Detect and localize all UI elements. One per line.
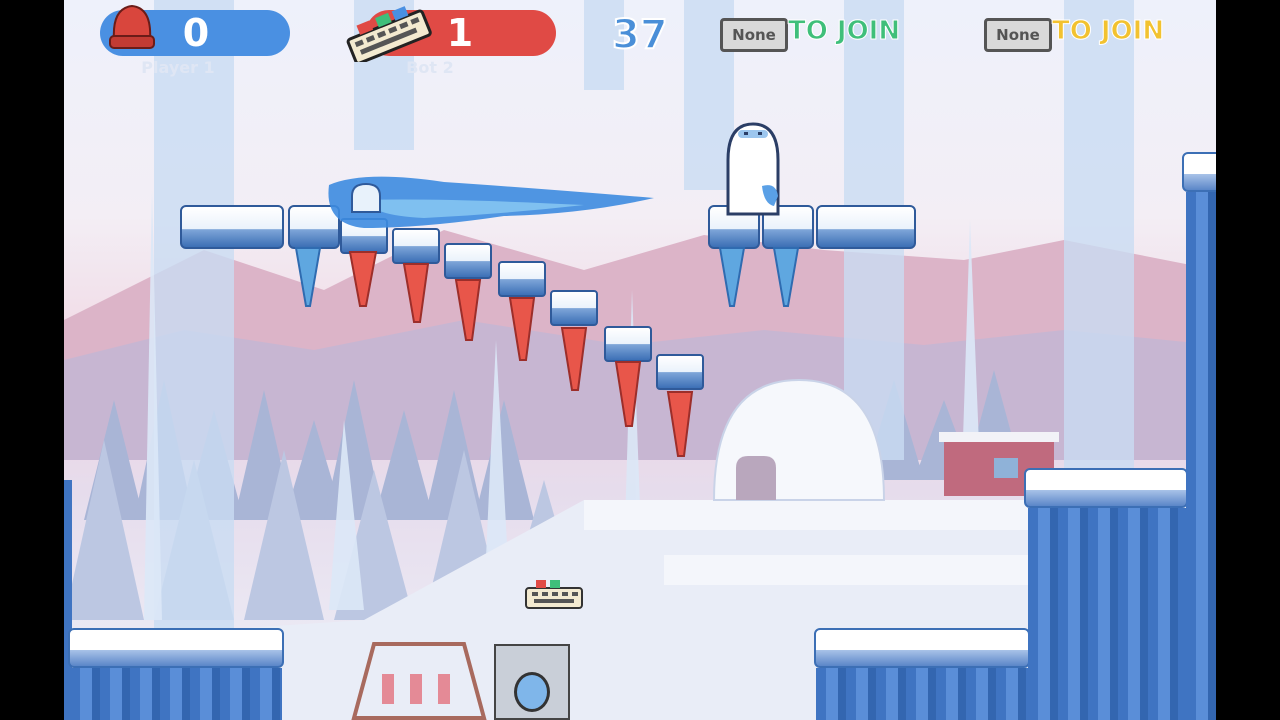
right-ice-wall <box>1186 192 1216 720</box>
ice-wall <box>816 668 1028 720</box>
red-beanie-icon <box>109 4 155 49</box>
snow-platform <box>814 628 1030 668</box>
swing-set <box>351 642 487 720</box>
player1-score: 0 <box>182 11 210 55</box>
yeti-character <box>726 122 780 216</box>
ice-wall <box>1028 508 1188 720</box>
game-stage: 0 Player 1 1 Bot 2 37 None TO JOIN None … <box>64 0 1216 720</box>
player1-name: Player 1 <box>141 58 215 77</box>
snow-platform <box>68 628 284 668</box>
snow-ledge <box>1182 152 1216 192</box>
keyboard-pickup[interactable] <box>522 578 586 614</box>
round-timer: 37 <box>611 11 669 59</box>
keyboard-icon <box>346 6 432 62</box>
snow-ledge <box>1024 468 1188 508</box>
bot2-name: Bot 2 <box>406 58 454 77</box>
ice-wall <box>70 668 282 720</box>
slot3-none-box: None <box>720 18 788 52</box>
bot2-score: 1 <box>446 11 474 55</box>
slot4-join-label: TO JOIN <box>1051 16 1165 47</box>
slot4-none-box: None <box>984 18 1052 52</box>
slot3-join-label: TO JOIN <box>787 16 901 47</box>
washer-door <box>514 672 550 712</box>
washing-machine <box>494 644 570 720</box>
